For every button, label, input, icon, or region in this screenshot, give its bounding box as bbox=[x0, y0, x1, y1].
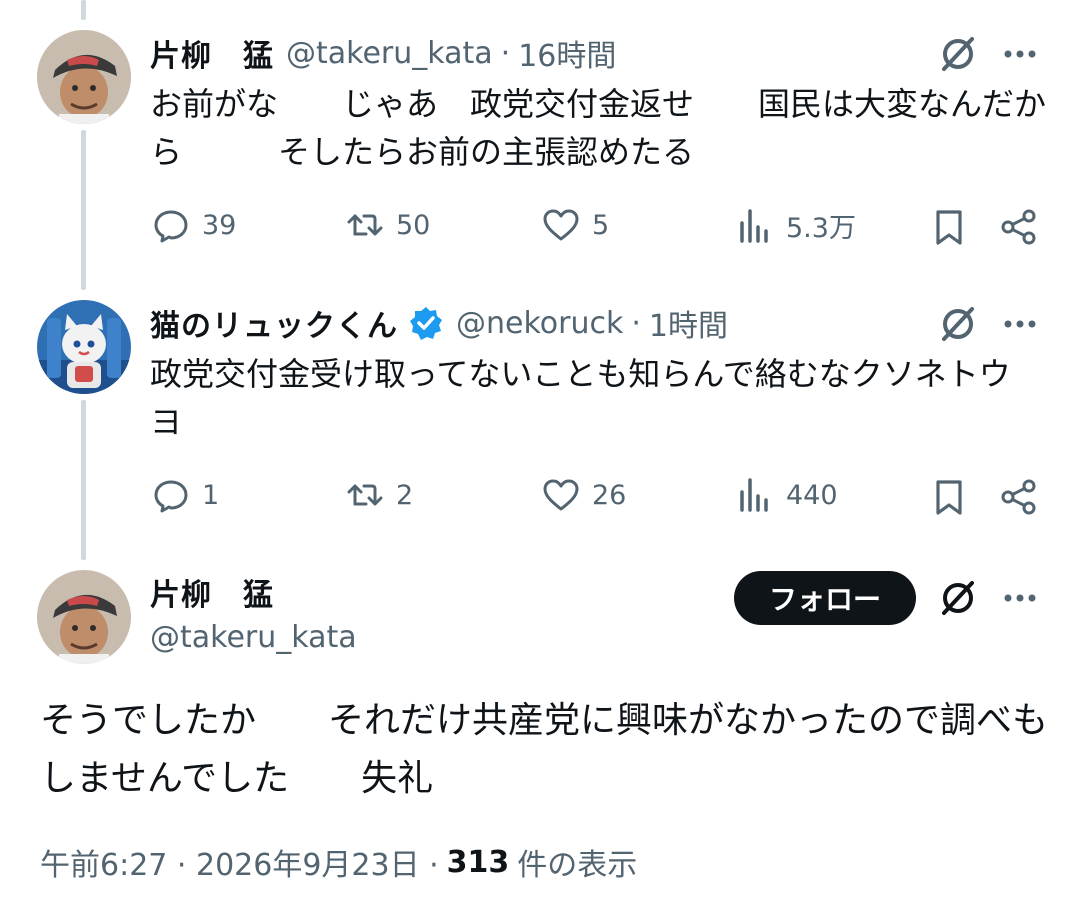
tweet-text: そうでしたか それだけ共産党に興味がなかったので調べもしませんでした 失礼 bbox=[40, 700, 1049, 799]
avatar[interactable] bbox=[37, 30, 131, 124]
like-button[interactable]: 26 bbox=[542, 476, 626, 514]
separator: · bbox=[631, 305, 641, 341]
author-name[interactable]: 片柳 猛 bbox=[150, 570, 274, 614]
like-count: 5 bbox=[592, 209, 610, 241]
tweet-meta: 午前6:27 · 2026年9月23日 · 313 件の表示 bbox=[40, 840, 637, 884]
thread-line-top bbox=[81, 0, 86, 20]
share-icon[interactable] bbox=[1000, 208, 1038, 246]
author-name[interactable]: 片柳 猛 bbox=[150, 31, 274, 75]
tweet-text: 政党交付金受け取ってないことも知らんで絡むなクソネトウヨ bbox=[150, 355, 1011, 441]
repost-icon bbox=[347, 484, 383, 506]
like-button[interactable]: 5 bbox=[542, 206, 609, 244]
grok-icon[interactable] bbox=[938, 34, 978, 74]
thread-line-1 bbox=[81, 130, 86, 290]
repost-count: 50 bbox=[396, 209, 431, 241]
views-icon bbox=[740, 478, 768, 512]
repost-button[interactable]: 2 bbox=[346, 476, 413, 514]
grok-icon[interactable] bbox=[938, 578, 978, 618]
reply-icon bbox=[154, 210, 188, 243]
views-icon bbox=[740, 208, 768, 243]
more-icon[interactable] bbox=[1002, 306, 1038, 342]
bookmark-icon[interactable] bbox=[930, 208, 968, 246]
views-button[interactable]: 440 bbox=[736, 476, 838, 514]
bookmark-icon[interactable] bbox=[930, 478, 968, 516]
reply-count: 39 bbox=[202, 209, 237, 241]
views-count: 440 bbox=[786, 479, 838, 511]
tweet-text: お前がな じゃあ 政党交付金返せ 国民は大変なんだから そしたらお前の主張認めた… bbox=[150, 85, 1047, 171]
more-icon[interactable] bbox=[1002, 36, 1038, 72]
repost-icon bbox=[347, 214, 383, 236]
separator: · bbox=[500, 35, 511, 71]
like-icon bbox=[543, 479, 579, 511]
follow-button[interactable]: フォロー bbox=[734, 571, 916, 625]
grok-icon[interactable] bbox=[938, 304, 978, 344]
author-name[interactable]: 猫のリュックくん bbox=[150, 301, 398, 345]
post-time[interactable]: 16時間 bbox=[518, 31, 616, 75]
views-count: 313 bbox=[446, 844, 510, 880]
reply-count: 1 bbox=[202, 479, 220, 511]
avatar[interactable] bbox=[37, 570, 131, 664]
author-handle[interactable]: @takeru_kata bbox=[286, 36, 493, 71]
thread-line-2 bbox=[81, 400, 86, 560]
views-button[interactable]: 5.3万 bbox=[736, 206, 856, 245]
author-handle[interactable]: @takeru_kata bbox=[150, 620, 357, 655]
author-handle[interactable]: @nekoruck bbox=[456, 306, 623, 341]
more-icon[interactable] bbox=[1002, 580, 1038, 616]
post-timestamp[interactable]: 午前6:27 · 2026年9月23日 · bbox=[40, 840, 439, 884]
reply-icon bbox=[154, 480, 188, 513]
views-label: 件の表示 bbox=[517, 848, 638, 883]
avatar[interactable] bbox=[37, 300, 131, 394]
post-time[interactable]: 1時間 bbox=[649, 301, 728, 345]
repost-button[interactable]: 50 bbox=[346, 206, 430, 244]
like-icon bbox=[543, 209, 579, 241]
reply-button[interactable]: 1 bbox=[152, 476, 219, 514]
reply-button[interactable]: 39 bbox=[152, 206, 236, 244]
repost-count: 2 bbox=[396, 479, 414, 511]
views-count: 5.3万 bbox=[786, 213, 856, 244]
verified-badge-icon bbox=[408, 305, 444, 341]
like-count: 26 bbox=[592, 479, 627, 511]
share-icon[interactable] bbox=[1000, 478, 1038, 516]
